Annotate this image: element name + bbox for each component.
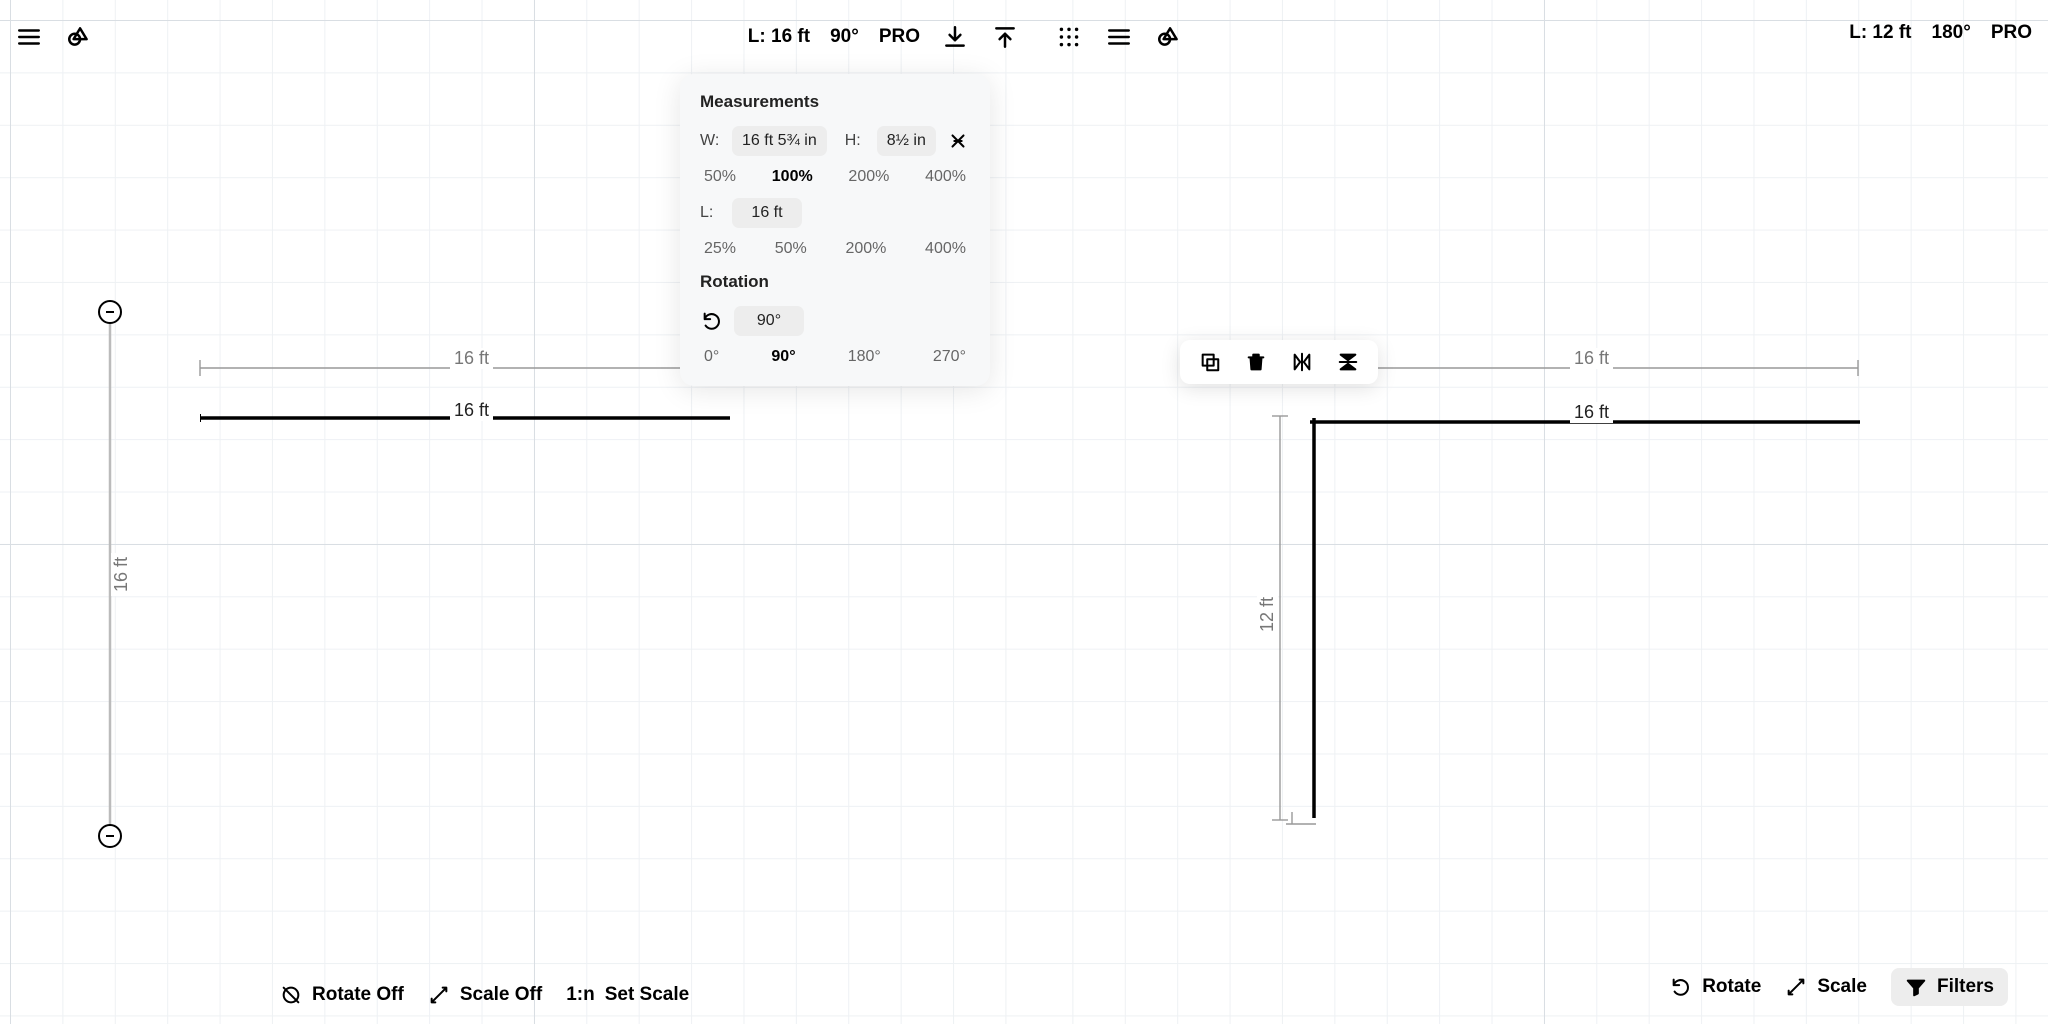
w-input[interactable]: 16 ft 5¾ in	[732, 126, 827, 156]
upload-icon[interactable]	[990, 22, 1020, 52]
h-input[interactable]: 8½ in	[877, 126, 936, 156]
shapes-icon[interactable]	[1154, 22, 1184, 52]
rotate-toggle-label: Rotate Off	[312, 984, 404, 1006]
scale-button[interactable]: Scale	[1785, 976, 1867, 998]
w-label: W:	[700, 132, 722, 150]
apps-grid-icon[interactable]	[1054, 22, 1084, 52]
shapes-icon[interactable]	[64, 22, 94, 52]
measurements-popover: Measurements W: 16 ft 5¾ in H: 8½ in 50%…	[680, 74, 990, 386]
rotation-input[interactable]: 90°	[734, 306, 804, 336]
menu-icon[interactable]	[1104, 22, 1134, 52]
rot-270[interactable]: 270°	[933, 348, 966, 366]
pro-badge[interactable]: PRO	[879, 26, 920, 48]
scale-400[interactable]: 400%	[925, 168, 966, 186]
link-wh-icon[interactable]	[946, 129, 970, 153]
ratio-label: 1:n	[566, 984, 595, 1006]
set-scale[interactable]: 1:n Set Scale	[566, 984, 689, 1006]
flip-vertical-icon[interactable]	[1336, 350, 1360, 374]
angle-readout: 180°	[1932, 22, 1971, 44]
scale-200[interactable]: 200%	[848, 168, 889, 186]
rotate-toggle[interactable]: Rotate Off	[280, 984, 404, 1006]
dim-top-label: 16 ft	[450, 348, 493, 369]
handle-bottom[interactable]	[98, 824, 122, 848]
h-label: H:	[845, 132, 867, 150]
rot-0[interactable]: 0°	[704, 348, 719, 366]
l-input[interactable]: 16 ft	[732, 198, 802, 228]
lscale-25[interactable]: 25%	[704, 240, 736, 258]
scale-50[interactable]: 50%	[704, 168, 736, 186]
rot-90[interactable]: 90°	[771, 348, 795, 366]
lscale-400[interactable]: 400%	[925, 240, 966, 258]
scale-label: Scale	[1817, 976, 1867, 998]
popover-title-rotation: Rotation	[700, 272, 970, 292]
wall-v-label: 12 ft	[1257, 593, 1278, 636]
l-label: L:	[700, 204, 722, 222]
rotate-ccw-icon[interactable]	[700, 309, 724, 333]
handle-top[interactable]	[98, 300, 122, 324]
length-readout: L: 12 ft	[1849, 22, 1911, 44]
wall-L[interactable]	[1310, 418, 1870, 838]
setscale-label: Set Scale	[605, 984, 690, 1006]
menu-icon[interactable]	[14, 22, 44, 52]
filters-button[interactable]: Filters	[1891, 968, 2008, 1006]
angle-readout: 90°	[830, 26, 859, 48]
lscale-200[interactable]: 200%	[845, 240, 886, 258]
rotate-label: Rotate	[1702, 976, 1761, 998]
corner-tick	[1286, 812, 1326, 832]
length-readout: L: 16 ft	[748, 26, 810, 48]
scale-toggle-label: Scale Off	[460, 984, 542, 1006]
rotate-button[interactable]: Rotate	[1670, 976, 1761, 998]
lscale-50[interactable]: 50%	[775, 240, 807, 258]
wall-v-label: 16 ft	[111, 553, 132, 596]
rot-180[interactable]: 180°	[848, 348, 881, 366]
pro-badge[interactable]: PRO	[1991, 22, 2032, 44]
duplicate-icon[interactable]	[1198, 350, 1222, 374]
dim-top-label: 16 ft	[1570, 348, 1613, 369]
popover-title-measurements: Measurements	[700, 92, 970, 112]
wall-h-label: 16 ft	[1570, 402, 1613, 423]
scale-100[interactable]: 100%	[772, 168, 813, 186]
filters-label: Filters	[1937, 976, 1994, 998]
trash-icon[interactable]	[1244, 350, 1268, 374]
wall-h-label: 16 ft	[450, 400, 493, 421]
selection-action-bar	[1180, 340, 1378, 384]
download-icon[interactable]	[940, 22, 970, 52]
scale-toggle[interactable]: Scale Off	[428, 984, 542, 1006]
flip-horizontal-icon[interactable]	[1290, 350, 1314, 374]
